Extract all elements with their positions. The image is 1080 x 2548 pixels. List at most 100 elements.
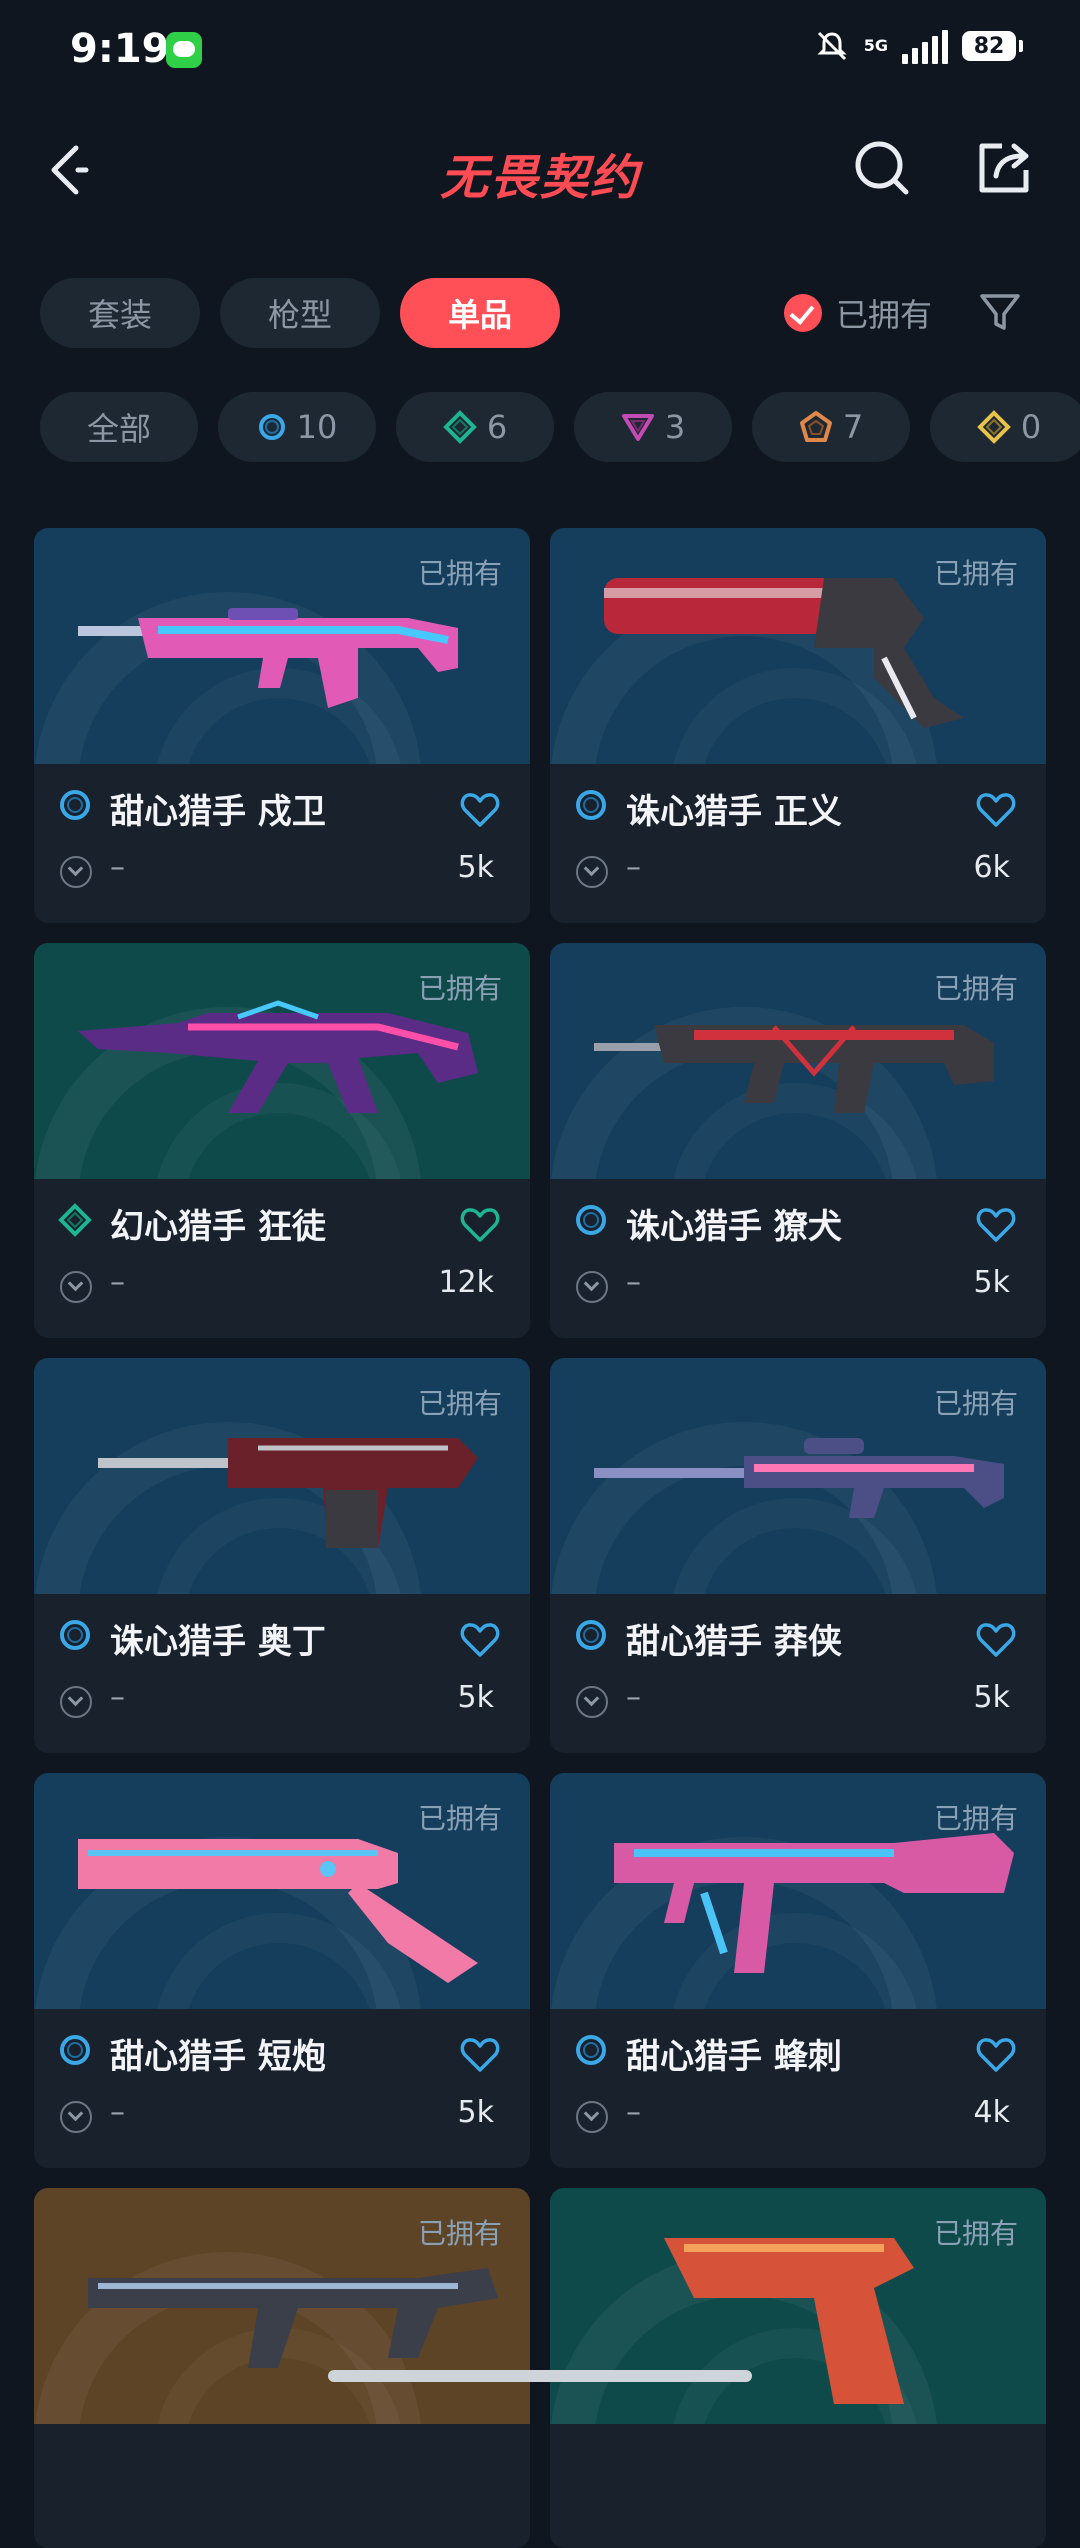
- like-count: 5k: [457, 850, 494, 885]
- skin-card[interactable]: 已拥有 甜心猎手 短炮 – 5k: [34, 1773, 530, 2168]
- heart-icon[interactable]: [976, 1207, 1016, 1243]
- diamond-tier-icon: [442, 410, 477, 444]
- skin-name: 诛心猎手 正义: [626, 792, 842, 832]
- owned-filter-toggle[interactable]: 已拥有: [784, 290, 932, 336]
- share-icon[interactable]: [972, 136, 1036, 200]
- skin-name: 甜心猎手 莽侠: [626, 1622, 842, 1662]
- skin-artwork: 已拥有: [34, 1358, 530, 1594]
- status-bar: 9:19 5G 82: [0, 0, 1080, 104]
- skin-card[interactable]: 已拥有: [550, 2188, 1046, 2548]
- tab-suits[interactable]: 套装: [40, 278, 200, 348]
- heart-icon[interactable]: [976, 2037, 1016, 2073]
- skin-info: 甜心猎手 蜂刺 – 4k: [550, 2009, 1046, 2168]
- heavy-gun-image: [98, 1438, 478, 1548]
- skin-name: 甜心猎手 蜂刺: [626, 2037, 842, 2077]
- chip-tier-gold[interactable]: 0: [930, 392, 1080, 462]
- tab-gun-type[interactable]: 枪型: [220, 278, 380, 348]
- chip-tier-diamond[interactable]: 6: [396, 392, 554, 462]
- skin-card[interactable]: 已拥有 甜心猎手 莽侠 – 5k: [550, 1358, 1046, 1753]
- circle-tier-icon: [576, 790, 606, 820]
- rifle-image: [594, 1025, 994, 1113]
- skin-info: 诛心猎手 獠犬 – 5k: [550, 1179, 1046, 1338]
- like-count: 4k: [973, 2095, 1010, 2130]
- heart-icon[interactable]: [460, 1622, 500, 1658]
- search-icon[interactable]: [850, 136, 914, 200]
- like-count: 5k: [457, 1680, 494, 1715]
- skin-info: 甜心猎手 莽侠 – 5k: [550, 1594, 1046, 1753]
- skin-artwork: 已拥有: [34, 2188, 530, 2424]
- rifle-image: [78, 1000, 478, 1113]
- skin-card[interactable]: 已拥有 幻心猎手 狂徒 – 12k: [34, 943, 530, 1338]
- skin-info: 甜心猎手 短炮 – 5k: [34, 2009, 530, 2168]
- skin-artwork: 已拥有: [34, 528, 530, 764]
- skin-card[interactable]: 已拥有 诛心猎手 獠犬 – 5k: [550, 943, 1046, 1338]
- version-chevron-icon: [576, 2101, 608, 2133]
- skin-card[interactable]: 已拥有 甜心猎手 戍卫 – 5k: [34, 528, 530, 923]
- heart-icon[interactable]: [460, 2037, 500, 2073]
- chip-label: 3: [664, 408, 686, 446]
- triangle-tier-icon: [621, 414, 654, 441]
- like-count: 6k: [973, 850, 1010, 885]
- skin-name: 诛心猎手 奥丁: [110, 1622, 326, 1662]
- skin-info: 诛心猎手 奥丁 – 5k: [34, 1594, 530, 1753]
- diamond-tier-icon: [58, 1203, 92, 1237]
- bell-muted-icon: [817, 31, 847, 61]
- heart-icon[interactable]: [976, 792, 1016, 828]
- like-count: 5k: [457, 2095, 494, 2130]
- rifle-image: [78, 608, 458, 708]
- signal-icon: [902, 28, 948, 64]
- heart-icon[interactable]: [976, 1622, 1016, 1658]
- skin-info: 诛心猎手 正义 – 6k: [550, 764, 1046, 923]
- skin-card[interactable]: 已拥有 诛心猎手 正义 – 6k: [550, 528, 1046, 923]
- owned-filter-label: 已拥有: [836, 296, 933, 334]
- heart-icon[interactable]: [460, 1207, 500, 1243]
- chip-tier-pentagon[interactable]: 7: [752, 392, 910, 462]
- network-type: 5G: [863, 36, 888, 55]
- like-count: 12k: [438, 1265, 494, 1300]
- chip-label: 0: [1020, 408, 1042, 446]
- skin-level: –: [626, 1265, 641, 1300]
- circle-tier-icon: [60, 2035, 90, 2065]
- skin-level: –: [110, 2095, 125, 2130]
- skin-level: –: [626, 2095, 641, 2130]
- version-chevron-icon: [576, 1686, 608, 1718]
- skin-artwork: 已拥有: [34, 1773, 530, 2009]
- chip-tier-circle[interactable]: 10: [218, 392, 376, 462]
- skin-card[interactable]: 已拥有 甜心猎手 蜂刺 – 4k: [550, 1773, 1046, 2168]
- chip-label: 7: [842, 408, 864, 446]
- chip-all[interactable]: 全部: [40, 392, 198, 462]
- circle-tier-icon: [60, 1620, 90, 1650]
- version-chevron-icon: [576, 856, 608, 888]
- chip-tier-triangle[interactable]: 3: [574, 392, 732, 462]
- home-indicator[interactable]: [328, 2370, 752, 2382]
- skin-name: 甜心猎手 戍卫: [110, 792, 326, 832]
- version-chevron-icon: [60, 2101, 92, 2133]
- checkmark-icon: [784, 294, 822, 332]
- like-count: 5k: [973, 1265, 1010, 1300]
- skin-artwork: 已拥有: [550, 528, 1046, 764]
- skin-level: –: [626, 1680, 641, 1715]
- version-chevron-icon: [60, 1686, 92, 1718]
- skin-info: 甜心猎手 戍卫 – 5k: [34, 764, 530, 923]
- skin-card[interactable]: 已拥有: [34, 2188, 530, 2548]
- like-count: 5k: [973, 1680, 1010, 1715]
- skin-level: –: [110, 850, 125, 885]
- skin-artwork: 已拥有: [550, 2188, 1046, 2424]
- revolver-image: [604, 578, 964, 728]
- page-title: 无畏契约: [439, 150, 640, 206]
- tab-single-item[interactable]: 单品: [400, 278, 560, 348]
- rarity-filter-row: 全部 10 6 3 7 0: [40, 392, 1080, 462]
- heart-icon[interactable]: [460, 792, 500, 828]
- app-header: 无畏契约: [0, 120, 1080, 220]
- diamond-tier-icon: [976, 410, 1011, 444]
- skin-artwork: 已拥有: [550, 1358, 1046, 1594]
- pentagon-tier-icon: [799, 411, 832, 442]
- category-tabs: 套装 枪型 单品: [40, 278, 560, 348]
- battery-indicator: 82: [962, 31, 1023, 61]
- status-time: 9:19: [70, 26, 170, 72]
- skin-card[interactable]: 已拥有 诛心猎手 奥丁 – 5k: [34, 1358, 530, 1753]
- circle-tier-icon: [576, 1205, 606, 1235]
- skin-artwork: 已拥有: [550, 943, 1046, 1179]
- filter-icon[interactable]: [976, 288, 1024, 336]
- message-app-icon: [166, 32, 202, 68]
